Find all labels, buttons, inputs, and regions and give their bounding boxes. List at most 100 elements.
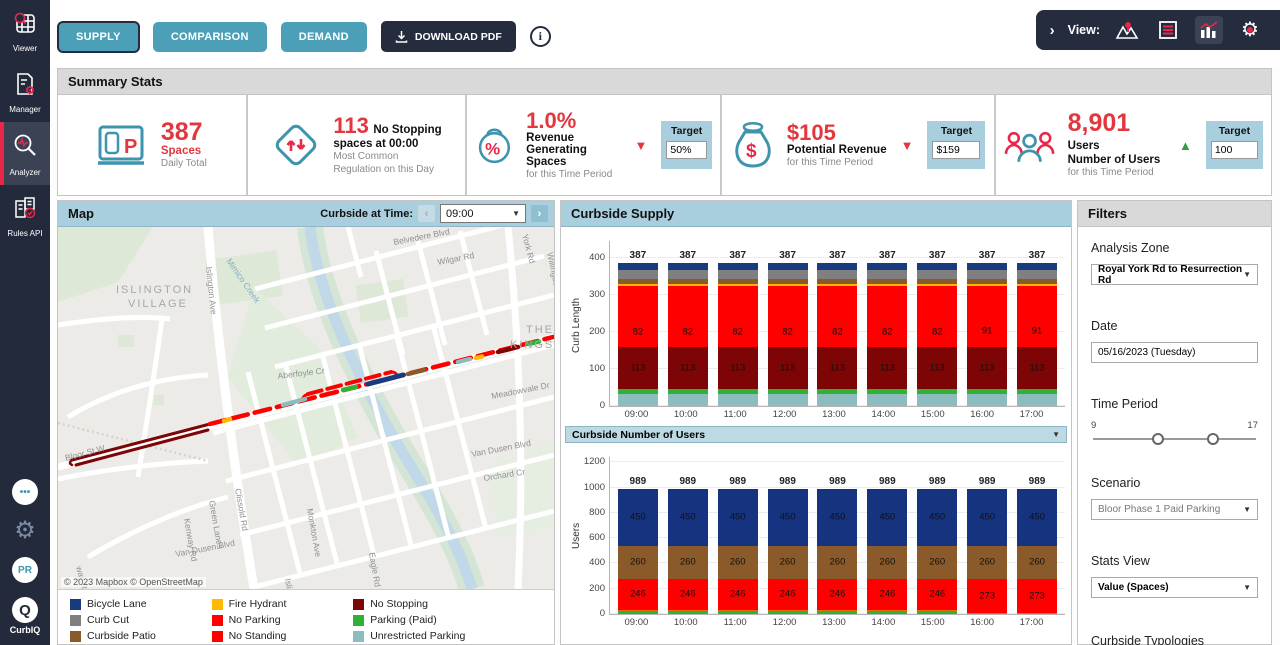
slider-track[interactable] [1093, 438, 1256, 440]
target-input[interactable] [666, 141, 707, 159]
parking-spaces-icon: P [97, 123, 149, 167]
x-axis-tick: 14:00 [861, 409, 905, 420]
tab-comparison[interactable]: COMPARISON [153, 22, 267, 52]
tab-demand[interactable]: DEMAND [281, 22, 367, 52]
target-input[interactable] [1211, 141, 1258, 159]
legend-label: Fire Hydrant [229, 598, 287, 610]
bar-segment: 113 [867, 347, 907, 389]
x-axis-tick: 13:00 [812, 409, 856, 420]
bar-segment-value: 260 [1017, 557, 1057, 568]
time-select[interactable]: 09:00 ▼ [440, 204, 526, 223]
stats-view-select[interactable]: Value (Spaces) ▼ [1091, 577, 1258, 598]
y-axis-tick: 300 [565, 289, 605, 300]
stacked-bar: 11382 [668, 263, 708, 406]
bar-segment [618, 263, 658, 270]
bar-segment [668, 270, 708, 279]
bar-segment-value: 260 [967, 557, 1007, 568]
curbiq-logo-text: CurbIQ [10, 625, 41, 635]
bar-total-label: 989 [979, 476, 996, 487]
regulation-arrows-icon [271, 120, 321, 170]
settings-gear-icon[interactable]: ⚙ [14, 519, 36, 543]
target-input[interactable] [932, 141, 980, 159]
stacked-bar: 11391 [967, 263, 1007, 406]
bar-column: 989246260450 [915, 457, 959, 614]
target-label: Target [666, 125, 707, 137]
bar-segment: 82 [718, 317, 758, 347]
time-prev-button[interactable]: ‹ [418, 205, 435, 222]
stat-line1: spaces at 00:00 [333, 138, 441, 150]
bar-segment [867, 611, 907, 614]
stat-sub: Daily Total [161, 157, 207, 170]
sidebar-item-rules-api[interactable]: Rules API [0, 185, 50, 246]
bar-segment-value: 82 [867, 327, 907, 338]
map-canvas[interactable]: ISLINGTONVILLAGETHEKINGSWAMimico CreekIs… [58, 227, 554, 589]
tab-supply[interactable]: SUPPLY [58, 22, 139, 52]
curbiq-analyzer-app: Viewer ⚙ Manager Analyzer Rules API ••• … [0, 0, 1280, 645]
y-axis-tick: 800 [565, 507, 605, 518]
bar-segment [1017, 286, 1057, 314]
bar-segment-value: 450 [668, 512, 708, 523]
stat-card-no-stopping: 113 No Stopping spaces at 00:00 Most Com… [248, 95, 468, 195]
analysis-zone-select[interactable]: Royal York Rd to Resurrection Rd ▼ [1091, 264, 1258, 285]
stat-sub: for this Time Period [526, 168, 620, 181]
slider-handle-end[interactable] [1207, 433, 1219, 445]
bar-segment [867, 284, 907, 286]
bar-segment-value: 450 [817, 512, 857, 523]
sidebar-item-manager[interactable]: ⚙ Manager [0, 61, 50, 122]
bar-segment-value: 273 [967, 591, 1007, 602]
legend-swatch [70, 599, 81, 610]
bar-column: 38711382 [716, 241, 760, 406]
bar-segment [668, 279, 708, 284]
bar-segment [618, 389, 658, 394]
bar-segment [618, 286, 658, 317]
sidebar-item-analyzer[interactable]: Analyzer [0, 122, 50, 185]
view-switcher-bar: › View: ⚙ [1036, 10, 1280, 50]
curbside-users-chart: Users02004006008001000120098924626045098… [561, 443, 1071, 628]
bar-segment-value: 450 [967, 512, 1007, 523]
bar-segment-value: 246 [867, 589, 907, 600]
users-chart-select[interactable]: Curbside Number of Users ▼ [565, 426, 1067, 443]
download-pdf-button[interactable]: DOWNLOAD PDF [381, 21, 516, 52]
info-icon[interactable]: i [530, 26, 551, 47]
map-view-icon[interactable] [1113, 16, 1141, 44]
table-view-icon[interactable] [1154, 16, 1182, 44]
stat-unit: Users [1068, 140, 1100, 152]
download-pdf-label: DOWNLOAD PDF [415, 31, 502, 43]
bar-segment [917, 611, 957, 614]
settings-gear-icon[interactable]: ⚙ [1236, 16, 1264, 44]
bar-segment [817, 284, 857, 286]
stat-card-users: 8,901 Users Number of Users for this Tim… [996, 95, 1271, 195]
date-input[interactable] [1091, 342, 1258, 363]
bar-total-label: 989 [779, 476, 796, 487]
bar-segment: 450 [718, 489, 758, 546]
rules-api-icon [12, 195, 38, 226]
bar-total-label: 989 [829, 476, 846, 487]
bar-segment: 260 [1017, 546, 1057, 579]
bar-segment [768, 394, 808, 406]
more-options-button[interactable]: ••• [12, 479, 38, 505]
bar-segment: 246 [668, 579, 708, 610]
bar-segment [768, 284, 808, 286]
stat-line1: Revenue Generating [526, 132, 620, 156]
chart-plot-area: 0100200300400387113823871138238711382387… [609, 241, 1065, 407]
bar-segment-value: 113 [618, 363, 658, 374]
bar-segment: 82 [668, 317, 708, 347]
legend-swatch [212, 615, 223, 626]
time-next-button[interactable]: › [531, 205, 548, 222]
collapse-chevron-icon[interactable]: › [1050, 22, 1055, 39]
pr-button[interactable]: PR [12, 557, 38, 583]
scenario-select[interactable]: Bloor Phase 1 Paid Parking ▼ [1091, 499, 1258, 520]
chart-view-icon[interactable] [1195, 16, 1223, 44]
bar-segment [618, 270, 658, 279]
sidebar-item-viewer[interactable]: Viewer [0, 0, 50, 61]
slider-max-label: 17 [1247, 420, 1258, 431]
slider-handle-start[interactable] [1152, 433, 1164, 445]
trend-down-icon: ▼ [635, 138, 648, 153]
stat-number: 113 [333, 113, 369, 138]
x-axis-tick: 11:00 [713, 617, 757, 628]
map-place-label: KINGSWA [510, 339, 554, 351]
target-box: Target [1206, 121, 1263, 169]
bar-segment [917, 270, 957, 279]
y-axis-tick: 400 [565, 252, 605, 263]
bar-total-label: 387 [779, 250, 796, 261]
